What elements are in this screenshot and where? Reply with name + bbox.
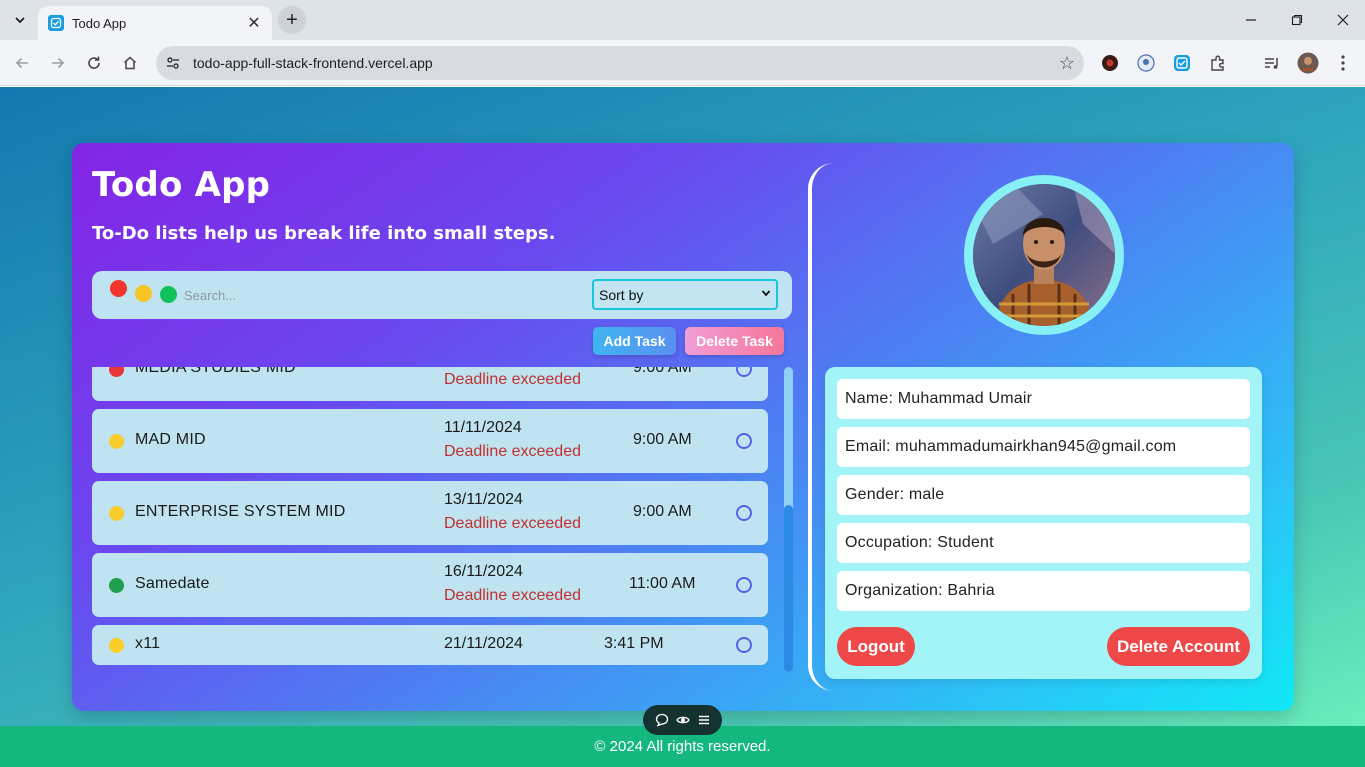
tab-close-icon[interactable]: ✕	[246, 13, 262, 33]
yellow-dot-icon	[135, 285, 152, 302]
sort-select[interactable]: Sort by	[592, 279, 778, 310]
bookmark-star-icon[interactable]: ☆	[1050, 53, 1084, 74]
forward-icon[interactable]	[46, 51, 70, 75]
profile-occupation: Occupation: Student	[837, 523, 1250, 563]
minimize-icon[interactable]	[1239, 8, 1263, 32]
task-name: MAD MID	[135, 431, 206, 448]
comment-icon[interactable]	[653, 711, 671, 729]
priority-dot-icon	[109, 367, 124, 377]
task-list-scroll-thumb[interactable]	[784, 505, 793, 672]
app-title: Todo App	[92, 165, 271, 205]
task-deadline-status: Deadline exceeded	[444, 515, 581, 532]
task-item[interactable]: MAD MID 11/11/2024 Deadline exceeded 9:0…	[92, 409, 768, 473]
page-background: Todo App To-Do lists help us break life …	[0, 87, 1365, 767]
sort-select-label: Sort by	[599, 286, 644, 303]
task-time: 9:00 AM	[633, 503, 692, 520]
media-control-icon[interactable]	[1261, 52, 1283, 74]
tab-title: Todo App	[72, 15, 127, 31]
task-complete-toggle[interactable]	[736, 433, 752, 449]
browser-tab-bar: Todo App ✕ +	[0, 0, 1365, 40]
back-icon[interactable]	[10, 51, 34, 75]
task-name: ENTERPRISE SYSTEM MID	[135, 503, 346, 520]
priority-dot-icon	[109, 638, 124, 653]
eye-icon[interactable]	[674, 711, 692, 729]
tab-search-chevron-icon[interactable]	[8, 8, 32, 32]
new-tab-button[interactable]: +	[278, 6, 306, 34]
task-complete-toggle[interactable]	[736, 505, 752, 521]
task-item[interactable]: Samedate 16/11/2024 Deadline exceeded 11…	[92, 553, 768, 617]
task-deadline-status: Deadline exceeded	[444, 443, 581, 460]
task-complete-toggle[interactable]	[736, 637, 752, 653]
address-bar[interactable]: todo-app-full-stack-frontend.vercel.app …	[156, 46, 1084, 80]
task-deadline-status: Deadline exceeded	[444, 587, 581, 604]
delete-account-button[interactable]: Delete Account	[1107, 627, 1250, 666]
task-complete-toggle[interactable]	[736, 367, 752, 377]
search-input[interactable]	[184, 283, 564, 307]
task-name: Samedate	[135, 575, 210, 592]
extension-todo-icon[interactable]	[1171, 52, 1193, 74]
search-bar: Sort by	[92, 271, 792, 319]
profile-card: Name: Muhammad Umair Email: muhammadumai…	[825, 367, 1262, 679]
home-icon[interactable]	[118, 51, 142, 75]
delete-task-button[interactable]: Delete Task	[685, 327, 784, 355]
task-time: 9:00 AM	[633, 431, 692, 448]
profile-gender: Gender: male	[837, 475, 1250, 515]
task-complete-toggle[interactable]	[736, 577, 752, 593]
task-item[interactable]: MEDIA STUDIES MID Deadline exceeded 9:00…	[92, 367, 768, 401]
red-dot-icon	[110, 280, 127, 297]
task-date: 21/11/2024	[444, 635, 523, 652]
priority-dot-icon	[109, 434, 124, 449]
chevron-down-icon	[761, 288, 771, 301]
task-time: 9:00 AM	[633, 367, 692, 376]
restore-icon[interactable]	[1285, 8, 1309, 32]
task-item[interactable]: ENTERPRISE SYSTEM MID 13/11/2024 Deadlin…	[92, 481, 768, 545]
task-list[interactable]: MEDIA STUDIES MID Deadline exceeded 9:00…	[92, 367, 768, 667]
browser-tab[interactable]: Todo App ✕	[38, 6, 272, 40]
extension-avatar-icon[interactable]	[1135, 52, 1157, 74]
reload-icon[interactable]	[82, 51, 106, 75]
profile-organization: Organization: Bahria	[837, 571, 1250, 611]
task-time: 11:00 AM	[629, 575, 696, 592]
todo-card: Todo App To-Do lists help us break life …	[72, 143, 1294, 711]
footer-text: © 2024 All rights reserved.	[594, 738, 771, 755]
profile-avatar-icon[interactable]	[1297, 52, 1319, 74]
extension-red-icon[interactable]	[1099, 52, 1121, 74]
menu-lines-icon[interactable]	[695, 711, 713, 729]
task-name: x11	[135, 635, 161, 652]
todo-app-favicon-icon	[48, 15, 64, 31]
url-text: todo-app-full-stack-frontend.vercel.app	[193, 55, 433, 71]
site-info-icon[interactable]	[160, 50, 186, 76]
task-name: MEDIA STUDIES MID	[135, 367, 296, 376]
profile-name: Name: Muhammad Umair	[837, 379, 1250, 419]
close-window-icon[interactable]	[1331, 8, 1355, 32]
add-task-button[interactable]: Add Task	[593, 327, 676, 355]
logout-button[interactable]: Logout	[837, 627, 915, 666]
avatar	[973, 184, 1115, 326]
app-tagline: To-Do lists help us break life into smal…	[92, 223, 556, 244]
vercel-toolbar[interactable]	[643, 705, 722, 735]
task-item[interactable]: x11 21/11/2024 3:41 PM	[92, 625, 768, 665]
task-time: 3:41 PM	[604, 635, 664, 652]
priority-dot-icon	[109, 578, 124, 593]
profile-email: Email: muhammadumairkhan945@gmail.com	[837, 427, 1250, 467]
task-date: 13/11/2024	[444, 491, 523, 508]
task-date: 11/11/2024	[444, 419, 522, 436]
browser-menu-icon[interactable]	[1332, 52, 1354, 74]
green-dot-icon	[160, 286, 177, 303]
browser-toolbar: todo-app-full-stack-frontend.vercel.app …	[0, 40, 1365, 86]
priority-dot-icon	[109, 506, 124, 521]
extensions-puzzle-icon[interactable]	[1207, 52, 1229, 74]
task-deadline-status: Deadline exceeded	[444, 371, 581, 388]
task-date: 16/11/2024	[444, 563, 523, 580]
